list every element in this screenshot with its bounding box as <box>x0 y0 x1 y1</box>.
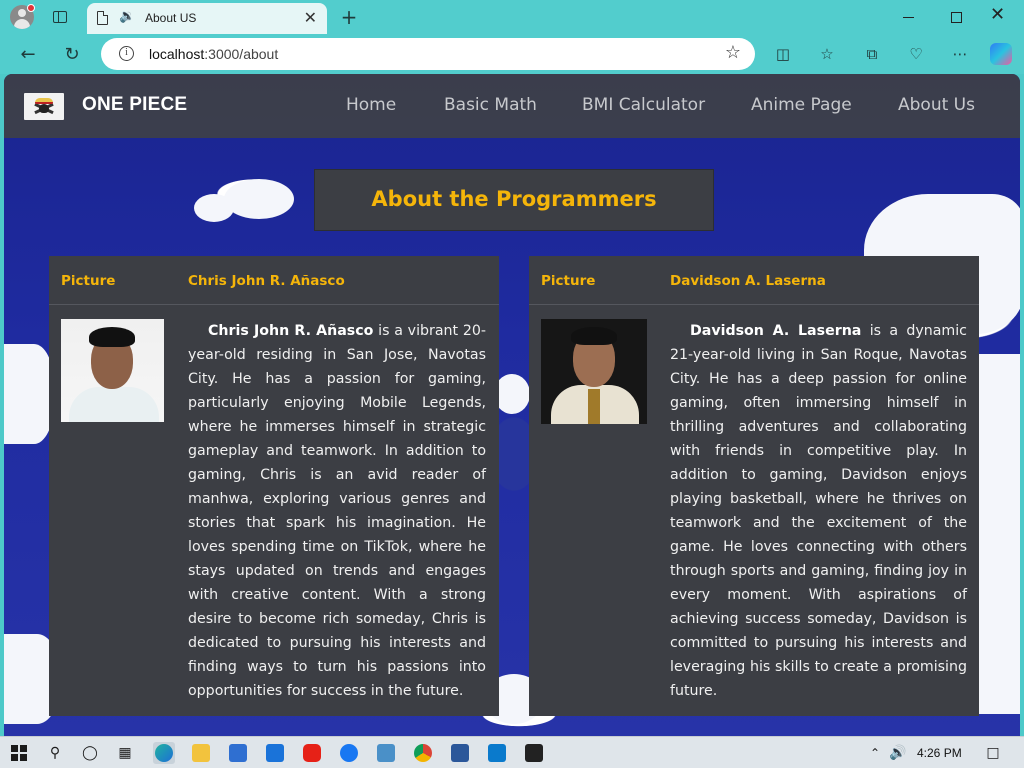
notifications-icon[interactable]: □ <box>982 742 1004 764</box>
facebook-icon[interactable] <box>338 742 360 764</box>
programmer-photo <box>61 319 164 422</box>
info-icon[interactable]: i <box>119 46 134 61</box>
remote-desktop-icon[interactable] <box>375 742 397 764</box>
url-text: localhost:3000/about <box>149 46 279 62</box>
word-icon[interactable] <box>449 742 471 764</box>
background-cloud <box>494 374 530 414</box>
close-tab-icon[interactable]: ✕ <box>304 8 317 27</box>
file-explorer-icon[interactable] <box>190 742 212 764</box>
vscode-icon[interactable] <box>486 742 508 764</box>
picture-column-label: Picture <box>541 273 596 289</box>
browser-toolbar: ← ↻ i localhost:3000/about ☆ ◫ ☆ ⧉ ♡ ⋯ <box>0 34 1024 74</box>
cortana-icon[interactable]: ◯ <box>79 742 101 764</box>
background-cloud <box>194 194 234 222</box>
store-icon[interactable] <box>227 742 249 764</box>
programmer-name-header: Davidson A. Laserna <box>670 273 826 289</box>
favorite-star-icon[interactable]: ☆ <box>725 42 741 63</box>
tab-actions-icon[interactable] <box>49 6 71 28</box>
background-cloud <box>4 344 54 444</box>
start-icon[interactable] <box>8 742 30 764</box>
notification-dot-icon <box>27 4 35 12</box>
chrome-icon[interactable] <box>412 742 434 764</box>
nav-basic-math[interactable]: Basic Math <box>444 95 537 115</box>
tab-title: About US <box>145 11 197 25</box>
windows-taskbar: ⚲ ◯ ▦ ⌃ 🔊 4:26 PM □ <box>0 736 1024 768</box>
minimize-button[interactable] <box>897 6 921 28</box>
copilot-icon[interactable] <box>989 42 1013 66</box>
edge-taskbar-icon[interactable] <box>153 742 175 764</box>
terminal-icon[interactable] <box>523 742 545 764</box>
favorites-icon[interactable]: ☆ <box>815 42 839 66</box>
restore-button[interactable] <box>943 6 967 28</box>
programmer-photo <box>541 319 647 424</box>
programmer-card: Picture Chris John R. Añasco Chris John … <box>49 256 499 716</box>
programmer-bio: Davidson A. Laserna is a dynamic 21-year… <box>670 323 967 699</box>
site-header: ONE PIECE Home Basic Math BMI Calculator… <box>4 74 1020 138</box>
programmer-bio: Chris John R. Añasco is a vibrant 20-yea… <box>188 323 487 699</box>
address-bar[interactable]: i localhost:3000/about ☆ <box>101 38 755 70</box>
programmer-name-header: Chris John R. Añasco <box>188 273 345 289</box>
page-title-box: About the Programmers <box>314 169 714 231</box>
page-icon <box>97 11 108 25</box>
picture-column-label: Picture <box>61 273 116 289</box>
show-hidden-icons-icon[interactable]: ⌃ <box>864 742 886 764</box>
browser-tab-about[interactable]: 🔉 About US ✕ <box>87 3 327 34</box>
background-cloud <box>224 179 294 219</box>
split-screen-icon[interactable]: ◫ <box>771 42 795 66</box>
reload-button[interactable]: ↻ <box>60 42 84 66</box>
task-view-icon[interactable]: ▦ <box>114 742 136 764</box>
more-menu-icon[interactable]: ⋯ <box>948 42 972 66</box>
back-button[interactable]: ← <box>16 42 40 66</box>
programmer-card: Picture Davidson A. Laserna Davidson A. … <box>529 256 979 716</box>
one-piece-logo-icon[interactable] <box>24 93 64 120</box>
nav-anime-page[interactable]: Anime Page <box>751 95 852 115</box>
window-close-button[interactable]: ✕ <box>990 4 1005 25</box>
speaker-icon[interactable]: 🔉 <box>119 9 135 24</box>
card-header: Picture Davidson A. Laserna <box>529 256 979 305</box>
nav-home[interactable]: Home <box>346 95 396 115</box>
mail-icon[interactable] <box>264 742 286 764</box>
nav-about-us[interactable]: About Us <box>898 95 975 115</box>
search-icon[interactable]: ⚲ <box>44 742 66 764</box>
new-tab-button[interactable]: + <box>338 5 360 29</box>
volume-icon[interactable]: 🔊 <box>887 742 909 764</box>
site-brand[interactable]: ONE PIECE <box>82 94 187 116</box>
browser-tab-bar: 🔉 About US ✕ + ✕ <box>0 0 1024 34</box>
browser-essentials-icon[interactable]: ♡ <box>904 42 928 66</box>
taskbar-clock[interactable]: 4:26 PM <box>917 746 962 760</box>
collections-icon[interactable]: ⧉ <box>860 42 884 66</box>
page-title: About the Programmers <box>371 187 657 211</box>
youtube-icon[interactable] <box>301 742 323 764</box>
page-viewport: ONE PIECE Home Basic Math BMI Calculator… <box>4 74 1020 736</box>
nav-bmi-calculator[interactable]: BMI Calculator <box>582 95 705 115</box>
card-header: Picture Chris John R. Añasco <box>49 256 499 305</box>
